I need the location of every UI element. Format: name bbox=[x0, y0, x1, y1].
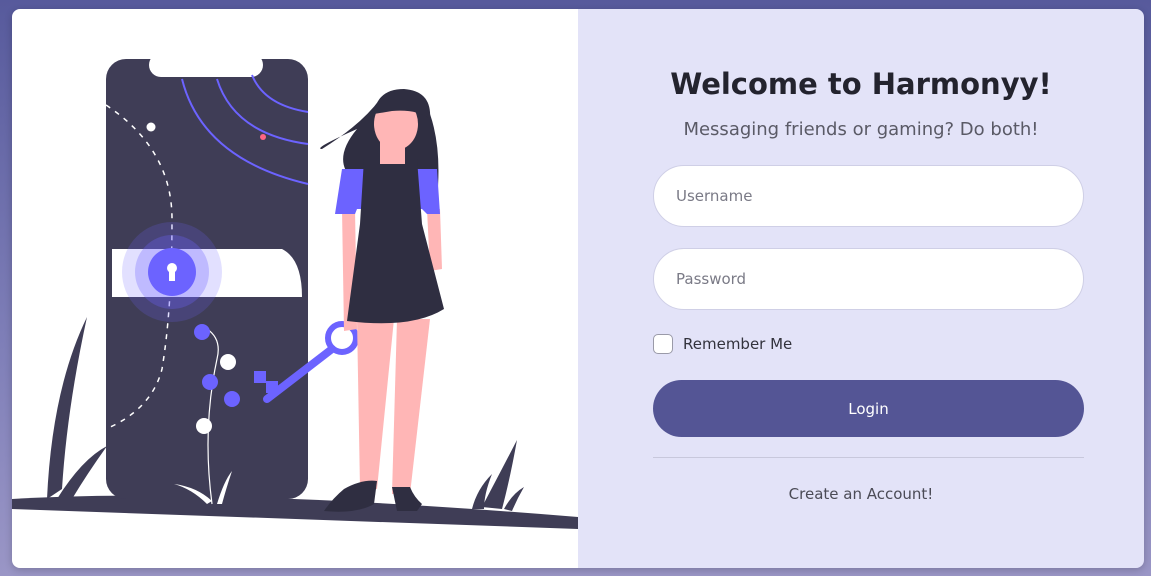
remember-me-checkbox[interactable] bbox=[653, 334, 673, 354]
remember-me-label: Remember Me bbox=[683, 335, 793, 353]
login-illustration bbox=[12, 53, 578, 529]
login-card: Welcome to Harmonyy! Messaging friends o… bbox=[12, 9, 1144, 568]
divider bbox=[653, 457, 1084, 458]
login-panel: Welcome to Harmonyy! Messaging friends o… bbox=[578, 9, 1144, 568]
page-subtitle: Messaging friends or gaming? Do both! bbox=[683, 119, 1039, 140]
page-title: Welcome to Harmonyy! bbox=[670, 67, 1052, 101]
username-input[interactable] bbox=[653, 165, 1084, 227]
illustration-panel bbox=[12, 9, 578, 568]
login-button[interactable]: Login bbox=[653, 380, 1084, 437]
remember-me-row[interactable]: Remember Me bbox=[653, 334, 792, 354]
password-input[interactable] bbox=[653, 248, 1084, 310]
create-account-link[interactable]: Create an Account! bbox=[578, 485, 1144, 503]
